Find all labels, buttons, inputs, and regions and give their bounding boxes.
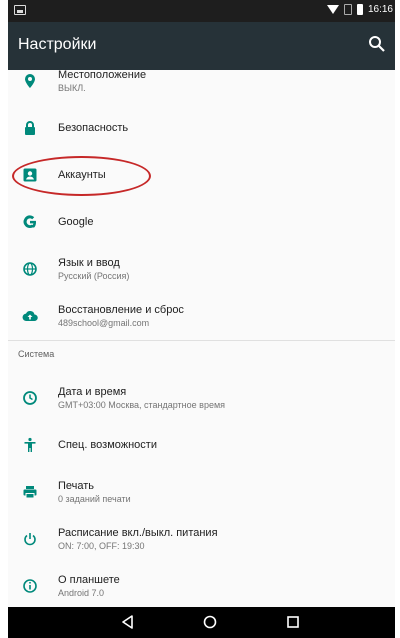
list-item-date-time[interactable]: Дата и время GMT+03:00 Москва, стандартн… — [8, 375, 395, 421]
list-item-title: Безопасность — [58, 122, 129, 134]
status-clock: 16:16 — [367, 4, 393, 15]
list-item-location[interactable]: Местоположение ВЫКЛ. — [8, 70, 395, 104]
wifi-icon — [326, 5, 339, 14]
list-item-google[interactable]: Google — [8, 199, 395, 245]
info-icon — [22, 578, 38, 594]
list-item-subtitle: Русский (Россия) — [58, 271, 130, 281]
recents-icon[interactable] — [284, 614, 302, 630]
list-item-subtitle: ON: 7:00, OFF: 19:30 — [58, 541, 145, 551]
search-icon[interactable] — [367, 34, 387, 54]
navigation-bar — [8, 607, 395, 638]
list-item-subtitle: Android 7.0 — [58, 588, 105, 598]
list-item-title: О планшете — [58, 574, 120, 586]
list-item-language[interactable]: Язык и ввод Русский (Россия) — [8, 246, 395, 292]
list-item-subtitle: 489school@gmail.com — [58, 318, 150, 328]
power-icon — [22, 531, 38, 547]
list-item-printing[interactable]: Печать 0 заданий печати — [8, 469, 395, 515]
status-icons: 16:16 — [326, 4, 393, 15]
accessibility-icon — [22, 437, 38, 453]
cloud-upload-icon — [22, 308, 38, 324]
list-item-title: Язык и ввод — [58, 257, 120, 269]
list-item-title: Google — [58, 216, 94, 228]
lock-icon — [22, 120, 38, 136]
list-item-title: Дата и время — [58, 386, 127, 398]
battery-icon — [356, 4, 363, 15]
list-item-title: Печать — [58, 480, 95, 492]
status-bar: 16:16 — [8, 0, 395, 22]
page-title: Настройки — [18, 36, 97, 53]
list-item-title: Восстановление и сброс — [58, 304, 184, 316]
back-icon[interactable] — [119, 614, 137, 630]
print-icon — [22, 484, 38, 500]
list-item-subtitle: 0 заданий печати — [58, 494, 131, 504]
list-item-title: Расписание вкл./выкл. питания — [58, 527, 218, 539]
list-item-subtitle: ВЫКЛ. — [58, 83, 86, 93]
sim-icon — [343, 4, 352, 15]
list-item-subtitle: GMT+03:00 Москва, стандартное время — [58, 400, 226, 410]
list-item-backup-reset[interactable]: Восстановление и сброс 489school@gmail.c… — [8, 293, 395, 339]
notification-image-icon — [14, 5, 26, 15]
settings-list: Местоположение ВЫКЛ. Безопасность Аккаун… — [8, 70, 395, 607]
list-item-accessibility[interactable]: Спец. возможности — [8, 422, 395, 468]
list-item-title: Местоположение — [58, 70, 147, 81]
right-margin — [395, 0, 400, 638]
app-bar: Настройки — [8, 22, 395, 70]
home-icon[interactable] — [201, 614, 219, 630]
section-divider — [8, 340, 395, 341]
list-item-title: Спец. возможности — [58, 439, 157, 451]
accounts-highlight-ellipse — [12, 156, 151, 196]
left-margin — [0, 0, 8, 638]
google-icon — [22, 214, 38, 230]
clock-icon — [22, 390, 38, 406]
list-item-power-schedule[interactable]: Расписание вкл./выкл. питания ON: 7:00, … — [8, 516, 395, 562]
globe-icon — [22, 261, 38, 277]
location-icon — [22, 73, 38, 89]
settings-screen: 16:16 Настройки Местоположение ВЫКЛ. Без… — [8, 0, 395, 638]
list-item-about-tablet[interactable]: О планшете Android 7.0 — [8, 563, 395, 607]
section-header-system: Система — [18, 349, 55, 359]
list-item-security[interactable]: Безопасность — [8, 105, 395, 151]
